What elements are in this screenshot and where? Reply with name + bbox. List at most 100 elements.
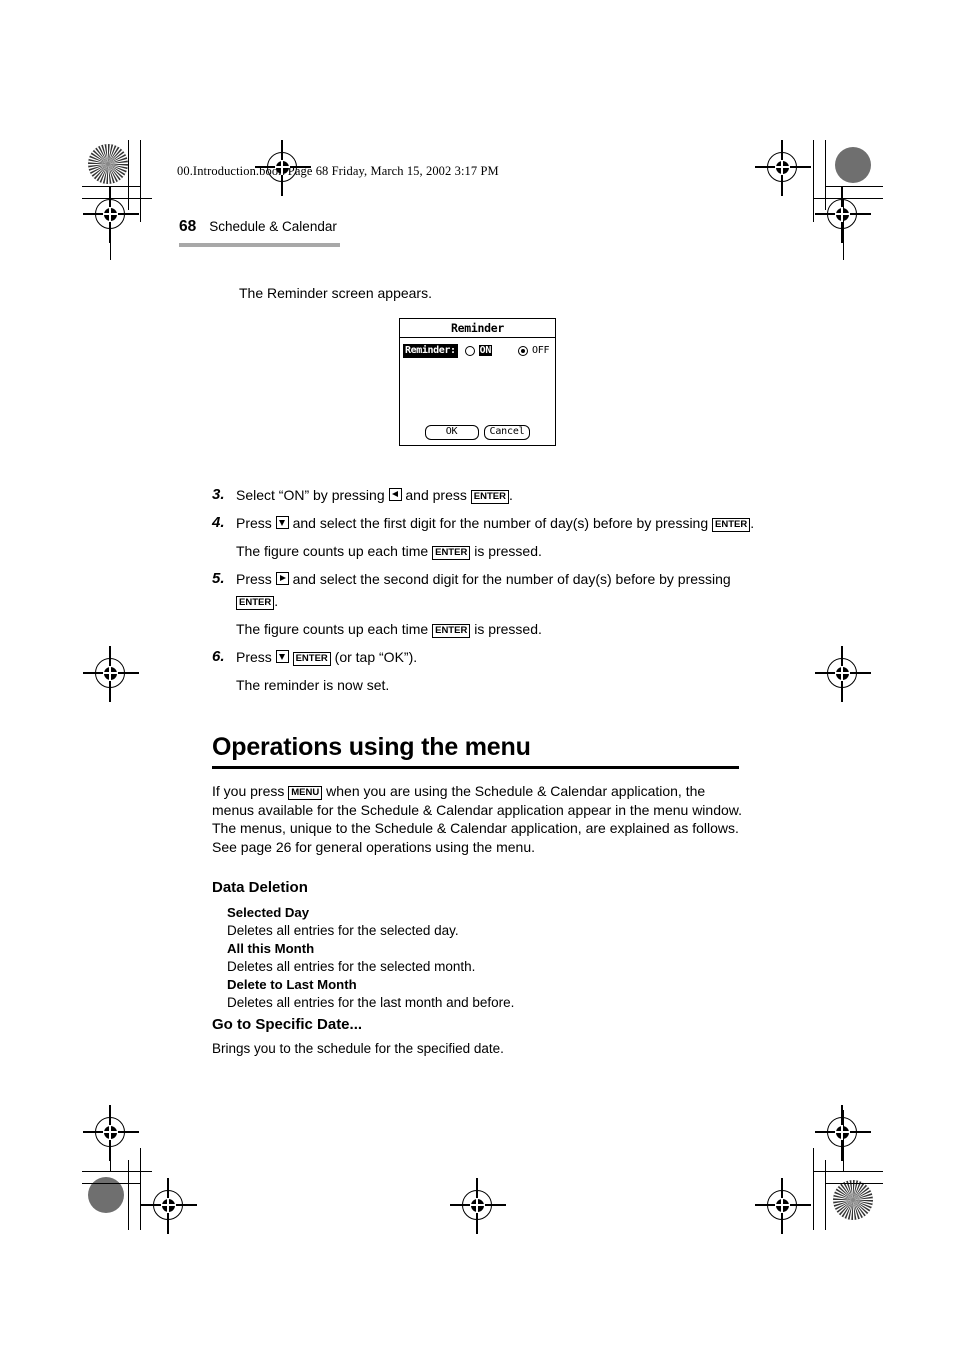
crop-line-lower-left-stub [110, 1110, 112, 1172]
reminder-field-row: Reminder: ON OFF [403, 344, 552, 358]
deletion-item-title: Delete to Last Month [227, 977, 357, 992]
step-body: Press and select the second digit for th… [236, 568, 757, 612]
registration-mark-upper-right-inner [815, 187, 871, 243]
step-text-run: Press [236, 515, 276, 531]
ok-button[interactable]: OK [424, 425, 479, 440]
registration-mark-bottom-center [450, 1178, 506, 1234]
crop-line-bottom-left-inner-h [82, 1171, 152, 1173]
radio-off-icon[interactable] [518, 345, 529, 356]
goto-date-heading: Go to Specific Date... [212, 1016, 363, 1033]
down-arrow-key-icon [275, 650, 289, 663]
crop-line-bottom-right-inner-v [813, 1148, 815, 1230]
registration-mark-mid-left [83, 646, 139, 702]
registration-mark-mid-right [815, 646, 871, 702]
step-text-run: (or tap “OK”). [330, 649, 418, 665]
step-number: 6. [212, 648, 225, 665]
crop-line-top-right-inner-h [813, 198, 883, 200]
procedure-step: 6. Press ENTER (or tap “OK”). [212, 646, 757, 668]
registration-mark-top-right [755, 140, 811, 196]
menu-key-icon: MENU [288, 785, 323, 800]
step-text-run: is pressed. [470, 621, 542, 637]
deletion-item-description: Deletes all entries for the selected day… [227, 923, 459, 938]
step-body: Select “ON” by pressing and press ENTER. [236, 484, 513, 506]
step-body: Press ENTER (or tap “OK”). [236, 646, 417, 668]
intro-sentence: The Reminder screen appears. [239, 285, 432, 301]
step-text-run: and select the first digit for the numbe… [288, 515, 713, 531]
crop-line-top-right-outer-h [825, 186, 883, 188]
enter-key-icon: ENTER [712, 517, 751, 532]
step-text-run: . [508, 487, 513, 503]
step-text-run: The figure counts up each time [236, 621, 433, 637]
registration-mark-bottom-left [141, 1178, 197, 1234]
step-text-run: is pressed. [470, 543, 542, 559]
cancel-button[interactable]: Cancel [483, 425, 531, 440]
step-note: The figure counts up each time ENTER is … [236, 540, 757, 562]
enter-key-icon: ENTER [470, 489, 509, 504]
paragraph-text-before-key: If you press [212, 783, 289, 799]
enter-key-icon: ENTER [292, 651, 331, 666]
step-text-run: Press [236, 571, 276, 587]
reminder-dialog-buttons: OK Cancel [400, 425, 555, 440]
data-deletion-items: Selected Day Deletes all entries for the … [227, 904, 727, 1012]
halftone-target-top-left [88, 144, 128, 184]
page-number: 68 [179, 218, 197, 235]
crop-line-top-left-outer-v [128, 140, 130, 210]
reminder-field-label: Reminder: [403, 344, 458, 358]
radio-on-label: ON [478, 345, 493, 357]
step-text-run: Press [236, 649, 276, 665]
reminder-screen-figure: Reminder Reminder: ON OFF OK Cancel [399, 318, 556, 446]
reminder-dialog-body: Reminder: ON OFF OK Cancel [400, 338, 555, 446]
step-text-run: . [750, 515, 755, 531]
procedure-step: 5. Press and select the second digit for … [212, 568, 757, 612]
crop-line-lower-right-stub [843, 1110, 845, 1172]
step-text-run: The figure counts up each time [236, 543, 433, 559]
radio-on-icon[interactable] [464, 345, 475, 356]
down-arrow-key-icon [275, 516, 289, 529]
registration-mark-bottom-right [755, 1178, 811, 1234]
section-heading-block: Operations using the menu [212, 733, 739, 769]
crop-line-bottom-right-inner-h [813, 1171, 883, 1173]
reminder-option-on[interactable]: ON [464, 345, 493, 357]
crop-line-top-right-inner-v [813, 140, 815, 222]
step-text-run: Select “ON” by pressing [236, 487, 389, 503]
enter-key-icon: ENTER [236, 595, 275, 610]
book-filename-header: 00.Introduction.book Page 68 Friday, Mar… [177, 164, 499, 178]
deletion-item-description: Deletes all entries for the selected mon… [227, 959, 476, 974]
crop-line-top-left-outer-h [82, 186, 140, 188]
step-number: 3. [212, 486, 225, 503]
step-body: Press and select the first digit for the… [236, 512, 754, 534]
radio-off-label: OFF [532, 345, 550, 357]
crop-line-bottom-left-outer-h [82, 1183, 140, 1185]
section-heading-rule [212, 766, 739, 769]
reminder-option-off[interactable]: OFF [518, 345, 550, 357]
density-dot-top-right [835, 147, 871, 183]
menu-intro-paragraph: If you press MENU when you are using the… [212, 782, 745, 856]
enter-key-icon: ENTER [432, 545, 471, 560]
enter-key-icon: ENTER [432, 623, 471, 638]
deletion-item-title: All this Month [227, 941, 315, 956]
step-note: The reminder is now set. [236, 674, 757, 696]
reminder-dialog-title: Reminder [400, 319, 555, 338]
step-text-run: The reminder is now set. [236, 677, 390, 693]
halftone-target-bottom-right [833, 1180, 873, 1220]
step-text-run: . [274, 593, 279, 609]
right-arrow-key-icon [275, 572, 289, 585]
crop-line-bottom-right-outer-h [825, 1183, 883, 1185]
section-heading: Operations using the menu [212, 733, 531, 761]
chapter-title: Schedule & Calendar [209, 219, 337, 234]
registration-mark-lower-right-inner [815, 1105, 871, 1161]
step-note: The figure counts up each time ENTER is … [236, 618, 757, 640]
procedure-step: 3. Select “ON” by pressing and press ENTE… [212, 484, 757, 506]
crop-line-top-right-outer-v [825, 140, 827, 210]
step-text-run: and select the second digit for the numb… [288, 571, 731, 587]
step-text-run: and press [401, 487, 471, 503]
crop-line-bottom-left-inner-v [140, 1148, 142, 1230]
crop-line-top-left-inner-v [140, 140, 142, 222]
deletion-item-title: Selected Day [227, 905, 310, 920]
deletion-item-description: Deletes all entries for the last month a… [227, 995, 515, 1010]
procedure-step: 4. Press and select the first digit for t… [212, 512, 757, 534]
procedure-steps: 3. Select “ON” by pressing and press ENTE… [212, 484, 757, 702]
running-head-rule [179, 243, 340, 247]
crop-line-top-left-inner-h [82, 198, 152, 200]
step-number: 5. [212, 570, 225, 587]
